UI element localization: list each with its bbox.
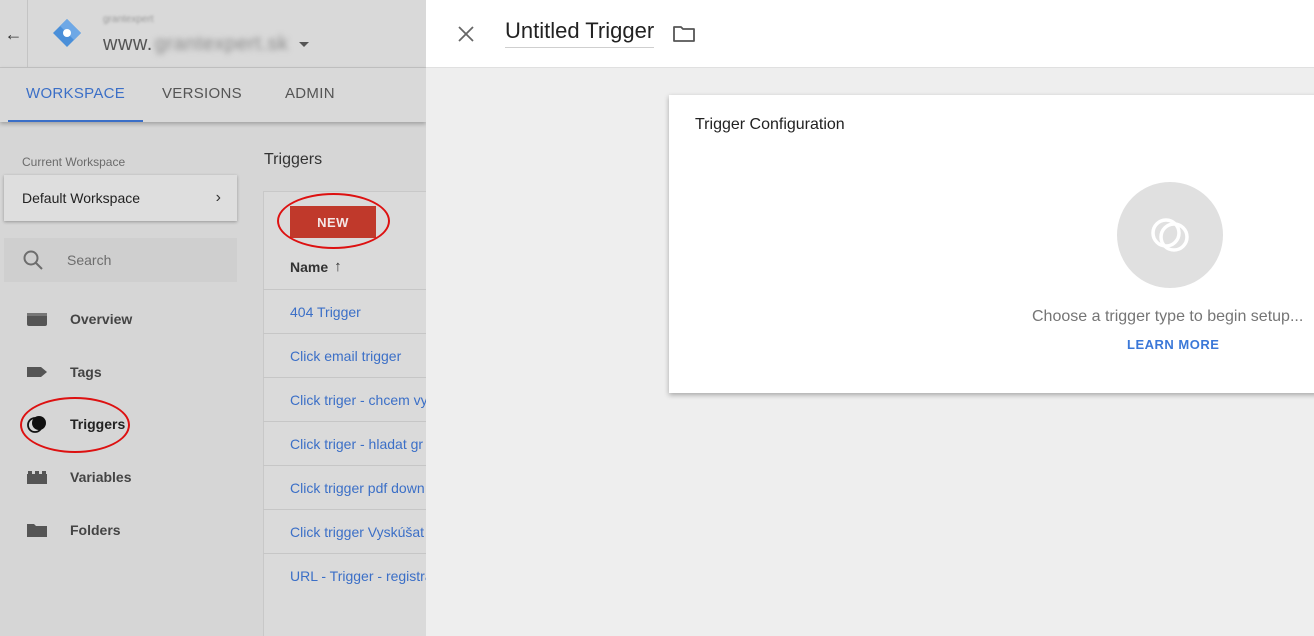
overview-icon (27, 313, 47, 326)
triggers-list-title: Triggers (264, 151, 323, 168)
trigger-list-row[interactable]: 404 Trigger (263, 289, 433, 333)
nav-label-folders: Folders (70, 522, 121, 538)
trigger-list-row[interactable]: Click trigger pdf down (263, 465, 433, 509)
trigger-list-row[interactable]: Click triger - hladat gr (263, 421, 433, 465)
learn-more-link[interactable]: LEARN MORE (1127, 337, 1219, 352)
arrow-left-icon: ← (4, 23, 23, 44)
annotation-circle-new (277, 193, 390, 249)
folder-icon (27, 524, 47, 537)
container-prefix: www. (103, 33, 153, 55)
app-top-bar: ← grantexpert www. grantexpert.sk (0, 0, 426, 68)
search-placeholder: Search (67, 252, 112, 268)
main-tabs: WORKSPACE VERSIONS ADMIN (0, 68, 426, 122)
trigger-list-row[interactable]: Click triger - chcem vy (263, 377, 433, 421)
close-icon (458, 26, 474, 42)
trigger-name-input[interactable]: Untitled Trigger (505, 18, 655, 48)
column-name-label: Name (290, 258, 329, 275)
nav-item-tags[interactable]: Tags (0, 352, 240, 392)
tag-icon (27, 367, 47, 377)
panel-header: Untitled Trigger (426, 0, 1314, 68)
tab-workspace[interactable]: WORKSPACE (8, 68, 144, 122)
nav-label-variables: Variables (70, 469, 132, 485)
annotation-circle-triggers (20, 397, 130, 453)
folder-outline-icon[interactable] (672, 22, 696, 46)
chevron-right-icon: › (215, 189, 221, 206)
trigger-list-row[interactable]: Click trigger Vyskúšat (263, 509, 433, 553)
trigger-list-row[interactable]: URL - Trigger - registra (263, 553, 433, 597)
tab-versions[interactable]: VERSIONS (162, 68, 242, 122)
trigger-list-row[interactable]: Click email trigger (263, 333, 433, 377)
nav-item-variables[interactable]: Variables (0, 457, 240, 497)
search-icon (23, 250, 43, 270)
workspace-name: Default Workspace (22, 190, 141, 206)
container-name-blurred: grantexpert.sk (154, 33, 289, 55)
current-workspace-label: Current Workspace (22, 155, 126, 169)
nav-item-folders[interactable]: Folders (0, 510, 240, 550)
tab-admin[interactable]: ADMIN (285, 68, 335, 122)
nav-label-overview: Overview (70, 311, 133, 327)
chevron-down-icon (298, 42, 309, 47)
column-header-name[interactable]: Name ↑ (290, 258, 342, 275)
nav-label-tags: Tags (70, 364, 102, 380)
container-selector[interactable]: www. grantexpert.sk (103, 33, 309, 56)
nav-item-overview[interactable]: Overview (0, 299, 240, 339)
search-input[interactable]: Search (4, 238, 237, 282)
workspace-selector[interactable]: Default Workspace › (4, 175, 237, 221)
gtm-app-background: ← grantexpert www. grantexpert.sk WORKSP… (0, 0, 433, 636)
trigger-configuration-card[interactable]: Trigger Configuration Choose a trigger t… (669, 95, 1314, 393)
trigger-editor-panel: Untitled Trigger Trigger Configuration C… (426, 0, 1314, 636)
variables-icon (27, 471, 47, 484)
trigger-configuration-title: Trigger Configuration (695, 116, 845, 133)
back-button[interactable]: ← (0, 0, 28, 68)
close-button[interactable] (454, 22, 478, 46)
sort-arrow-up-icon: ↑ (334, 258, 342, 275)
choose-trigger-type-text: Choose a trigger type to begin setup... (1032, 308, 1304, 325)
trigger-placeholder-icon (1151, 218, 1189, 252)
gtm-logo-icon (53, 19, 81, 47)
choose-trigger-type-button[interactable] (1117, 182, 1223, 288)
account-name: grantexpert (103, 14, 154, 25)
